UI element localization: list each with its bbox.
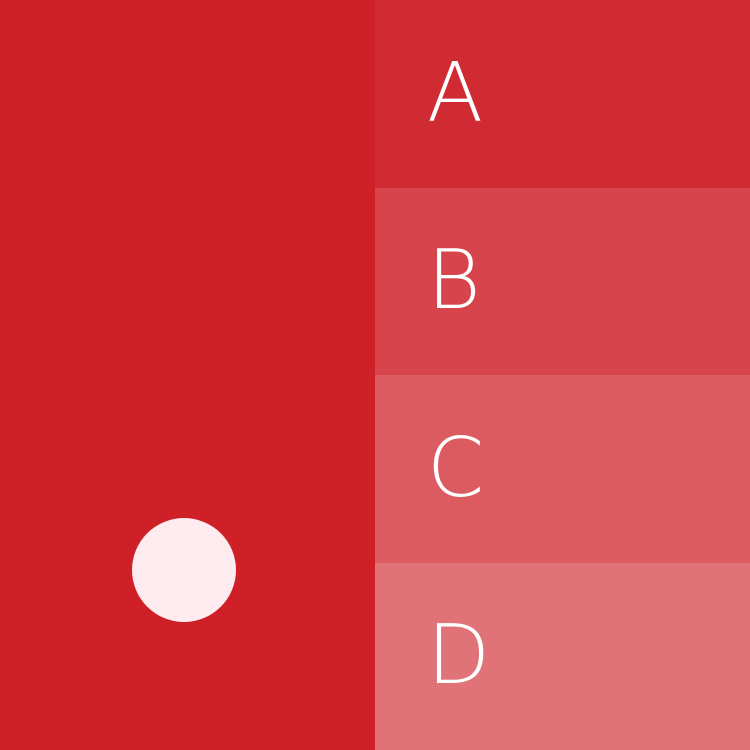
indicator-dot [132, 518, 236, 622]
option-c-button[interactable]: C [375, 375, 750, 563]
option-a-label: A [427, 45, 484, 141]
option-d-label: D [427, 608, 491, 704]
option-b-button[interactable]: B [375, 187, 750, 375]
options-list: A B C D [375, 0, 750, 750]
option-b-label: B [427, 233, 481, 329]
option-d-button[interactable]: D [375, 562, 750, 750]
screen: A B C D [0, 0, 750, 750]
main-panel [0, 0, 375, 750]
option-a-button[interactable]: A [375, 0, 750, 188]
option-c-label: C [427, 420, 485, 516]
